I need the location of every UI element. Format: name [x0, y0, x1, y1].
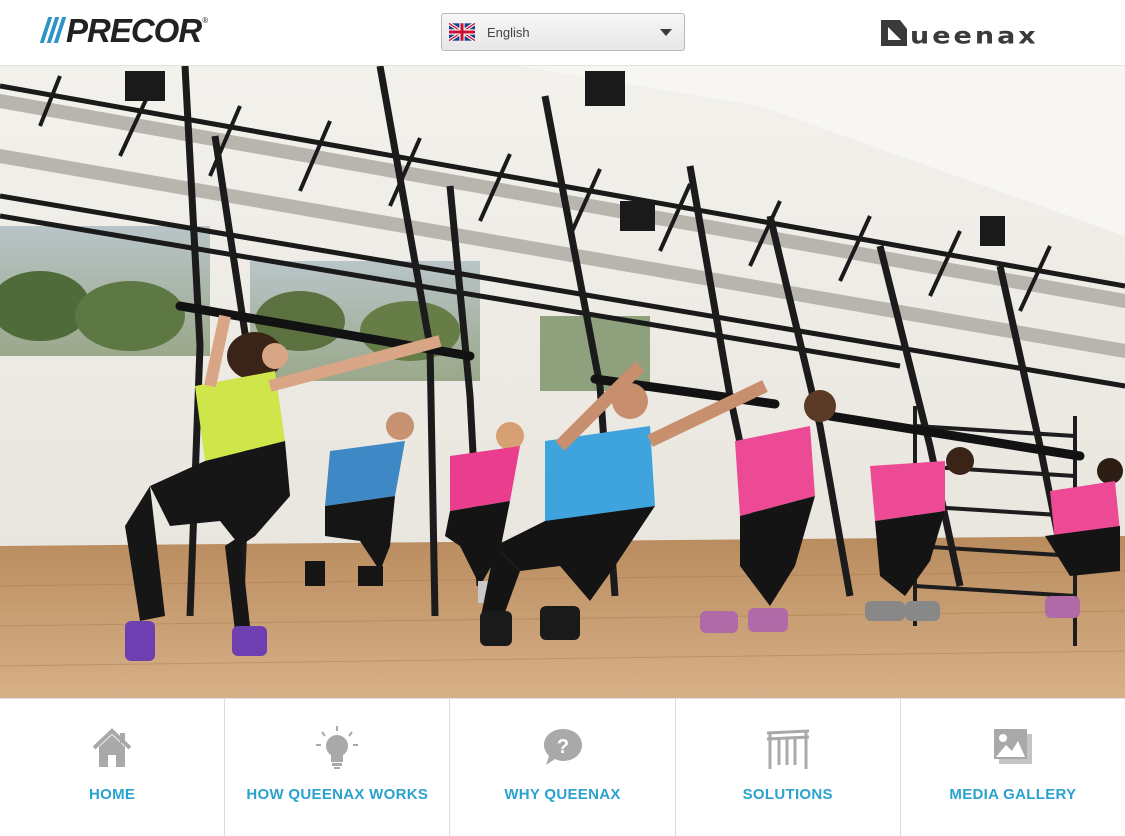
question-bubble-icon: ? [543, 729, 582, 765]
nav-item-how-queenax-works[interactable]: HOW QUEENAX WORKS [225, 699, 451, 836]
queenax-q-mark-icon [881, 20, 907, 46]
precor-logo-text: PRECOR [66, 11, 202, 49]
photo-gallery-icon [993, 729, 1032, 764]
home-icon [92, 728, 132, 767]
gym-frame-icon [766, 729, 809, 769]
nav-item-home[interactable]: HOME [0, 699, 226, 836]
language-select[interactable]: English [441, 13, 685, 51]
nav-item-media-gallery[interactable]: MEDIA GALLERY [901, 699, 1125, 836]
precor-logo[interactable]: PRECOR ® [39, 11, 209, 49]
svg-text:?: ? [556, 736, 568, 758]
lightbulb-icon [316, 726, 359, 769]
language-label: English [487, 24, 530, 40]
nav-label-how-queenax-works: HOW QUEENAX WORKS [246, 786, 429, 803]
nav-label-media-gallery: MEDIA GALLERY [949, 786, 1077, 803]
uk-flag-icon [449, 23, 475, 41]
chevron-down-icon [660, 29, 672, 36]
registered-mark: ® [202, 16, 209, 25]
hero-illustration [0, 66, 1125, 698]
hero-image [0, 66, 1125, 698]
queenax-logo-text: ueenax [910, 23, 1039, 50]
nav-label-solutions: SOLUTIONS [742, 786, 833, 803]
bottom-nav: HOME HOW QUEENAX WORKS ? WHY QUEENAX SOL… [0, 698, 1125, 836]
nav-item-solutions[interactable]: SOLUTIONS [676, 699, 901, 836]
nav-label-why-queenax: WHY QUEENAX [504, 786, 621, 803]
nav-label-home: HOME [89, 786, 136, 803]
nav-item-why-queenax[interactable]: ? WHY QUEENAX [450, 699, 676, 836]
queenax-logo[interactable]: ueenax [880, 17, 1080, 50]
precor-stripes-icon [39, 17, 67, 43]
top-header: PRECOR ® English ueenax [0, 0, 1125, 66]
